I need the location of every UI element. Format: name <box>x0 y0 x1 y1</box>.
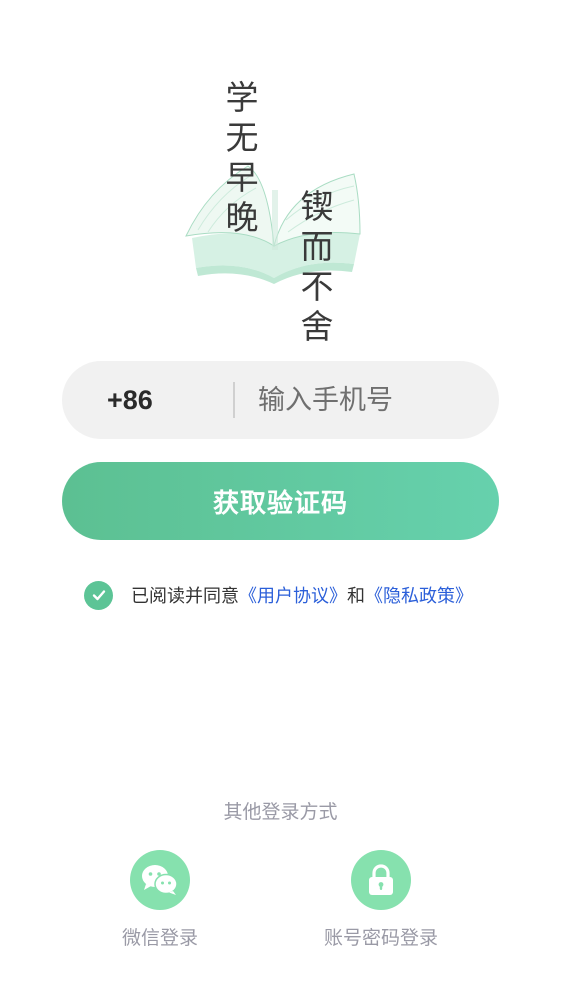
wechat-login-label: 微信登录 <box>121 927 198 949</box>
divider <box>233 382 235 418</box>
lock-icon <box>369 864 393 895</box>
account-login-option[interactable]: 账号密码登录 <box>301 850 461 950</box>
privacy-policy-link[interactable]: 《隐私政策》 <box>365 582 473 608</box>
phone-input-group: +86 <box>62 361 499 439</box>
wechat-login-button[interactable] <box>130 850 190 910</box>
account-login-button[interactable] <box>351 850 411 910</box>
login-page: 学无早晚 锲而不舍 +86 获取验证码 已阅读并同意 《用户协议》 和 《隐私政… <box>0 0 561 999</box>
country-code-selector[interactable]: +86 <box>107 361 153 439</box>
agreement-prefix: 已阅读并同意 <box>131 586 239 607</box>
agreement-row: 已阅读并同意 《用户协议》 和 《隐私政策》 <box>84 579 473 611</box>
open-book-icon <box>185 165 361 284</box>
other-login-title: 其他登录方式 <box>223 801 338 823</box>
check-icon <box>92 590 105 601</box>
account-login-label: 账号密码登录 <box>323 927 438 949</box>
slogan-right: 锲而不舍 <box>300 187 334 346</box>
phone-number-input[interactable] <box>258 361 478 439</box>
agreement-checkbox[interactable] <box>84 580 113 610</box>
hero-illustration: 学无早晚 锲而不舍 <box>0 0 561 360</box>
wechat-icon <box>142 865 178 895</box>
get-code-button[interactable]: 获取验证码 <box>62 462 499 540</box>
slogan-left: 学无早晚 <box>225 78 259 237</box>
agreement-and: 和 <box>347 586 365 607</box>
wechat-login-option[interactable]: 微信登录 <box>80 850 240 950</box>
user-agreement-link[interactable]: 《用户协议》 <box>239 582 347 608</box>
